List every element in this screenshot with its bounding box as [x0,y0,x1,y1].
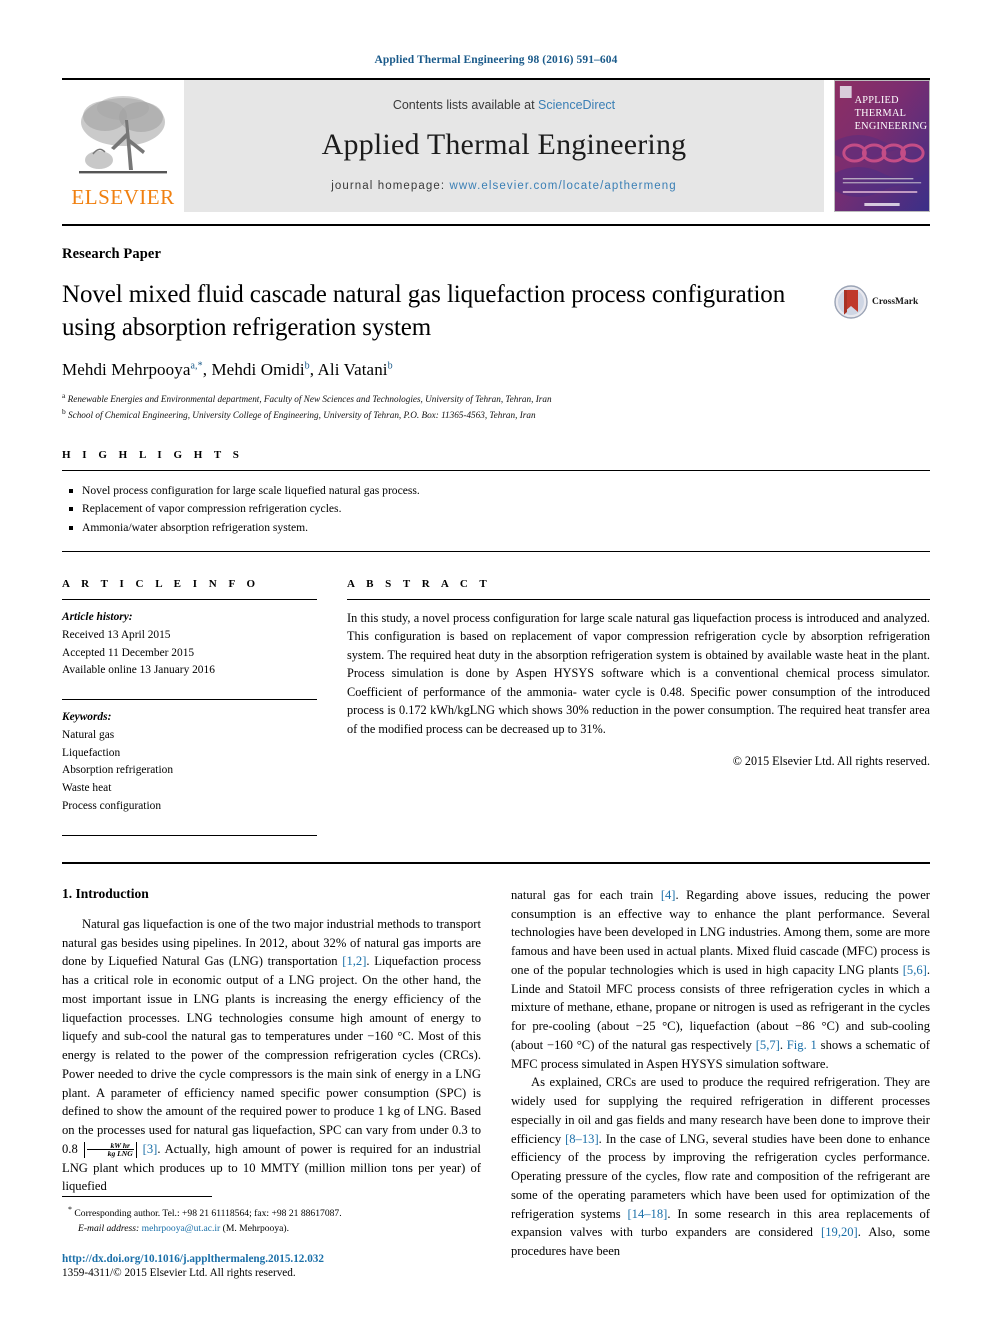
corresponding-author-note: * Corresponding author. Tel.: +98 21 611… [62,1204,462,1237]
section-heading-introduction: 1. Introduction [62,885,149,901]
corresponding-mark: * [68,1204,72,1214]
article-info-label: A R T I C L E I N F O [62,577,260,590]
body-separator-rule [62,861,930,864]
keyword: Absorption refrigeration [62,764,174,777]
affiliation-a: a Renewable Energies and Environmental d… [62,390,930,406]
footnote-area: * Corresponding author. Tel.: +98 21 611… [62,1195,462,1279]
email-link[interactable]: mehrpooya@ut.ac.ir [142,1223,221,1234]
paragraph-intro-2: As explained, CRCs are used to produce t… [511,1073,930,1261]
svg-text:APPLIED: APPLIED [855,95,899,106]
abstract-copyright: © 2015 Elsevier Ltd. All rights reserved… [732,754,930,769]
footnote-rule [62,1195,212,1197]
email-suffix: (M. Mehrpooya). [222,1223,289,1235]
author-name-0: Mehdi Mehrpooya [62,360,191,379]
citation-ref[interactable]: [3] [143,1142,158,1156]
right-text-d: . [779,1037,787,1052]
journal-homepage-line: journal homepage: www.elsevier.com/locat… [331,180,677,192]
crossmark-icon [834,285,868,319]
abstract-label: A B S T R A C T [347,577,492,590]
author-list: Mehdi Mehrpooyaa,*, Mehdi Omidib, Ali Va… [62,360,393,379]
affiliations: a Renewable Energies and Environmental d… [62,390,930,423]
body-column-right: natural gas for each train [4]. Regardin… [511,886,930,1261]
keyword: Waste heat [62,782,112,795]
article-info-rule-3 [62,834,317,836]
elsevier-logo: ELSEVIER [62,80,184,212]
email-label: E-mail address: [78,1223,140,1235]
info-abstract-row: A R T I C L E I N F O Article history: R… [62,578,930,836]
homepage-prefix: journal homepage: [331,180,450,192]
keyword: Process configuration [62,800,162,812]
svg-text:ENGINEERING: ENGINEERING [855,121,928,132]
affiliation-text-a: Renewable Energies and Environmental dep… [67,394,552,405]
author-name-2: Ali Vatani [317,360,388,379]
highlights-bottom-rule [62,550,930,552]
figure-ref[interactable]: Fig. 1 [787,1038,817,1052]
intro-text-b: . Liquefaction process has a critical ro… [62,954,481,1156]
author-marks-2: b [387,360,393,372]
masthead-bottom-rule [62,224,930,226]
doi-block: http://dx.doi.org/10.1016/j.applthermale… [62,1253,462,1279]
paragraph-intro-1-cont: natural gas for each train [4]. Regardin… [511,886,930,1074]
affiliation-b: b School of Chemical Engineering, Univer… [62,406,930,422]
affiliation-mark-a: a [62,391,66,400]
history-accepted: Accepted 11 December 2015 [62,646,195,659]
citation-ref[interactable]: [5,7] [756,1038,780,1052]
journal-cover-thumbnail: APPLIED THERMAL ENGINEERING [834,80,930,212]
paragraph-intro-1: Natural gas liquefaction is one of the t… [62,915,481,1196]
doi-link[interactable]: http://dx.doi.org/10.1016/j.applthermale… [62,1253,462,1265]
elsevier-wordmark: ELSEVIER [71,185,175,209]
article-history-label: Article history: [62,610,133,623]
article-info-column: A R T I C L E I N F O Article history: R… [62,578,317,836]
keyword: Natural gas [62,728,115,741]
keyword: Liquefaction [62,746,121,759]
list-item: Replacement of vapor compression refrige… [68,500,930,519]
affiliation-mark-b: b [62,407,66,417]
author-marks-1: b [304,360,310,372]
citation-ref[interactable]: [5,6] [903,963,927,977]
author-name-1: Mehdi Omidi [211,360,305,379]
journal-title: Applied Thermal Engineering [321,128,687,161]
history-received: Received 13 April 2015 [62,628,171,641]
journal-band: Contents lists available at ScienceDirec… [184,80,824,212]
journal-masthead: ELSEVIER Contents lists available at Sci… [62,80,930,212]
keywords-label: Keywords: [62,711,112,724]
issn-copyright: 1359-4311/© 2015 Elsevier Ltd. All right… [62,1267,296,1279]
right-text-a: natural gas for each train [511,887,661,902]
author-marks-0: a,* [190,360,203,372]
citation-ref[interactable]: [14–18] [627,1207,667,1221]
page-title: Novel mixed fluid cascade natural gas li… [62,281,786,341]
affiliation-text-b: School of Chemical Engineering, Universi… [68,410,536,421]
list-item: Novel process configuration for large sc… [68,482,930,501]
article-type: Research Paper [62,246,161,262]
svg-text:THERMAL: THERMAL [855,108,907,119]
history-online: Available online 13 January 2016 [62,664,215,677]
contents-available-line: Contents lists available at ScienceDirec… [393,98,615,112]
abstract-column: A B S T R A C T In this study, a novel p… [347,578,930,836]
paper-page: Applied Thermal Engineering 98 (2016) 59… [0,0,992,1323]
contents-prefix: Contents lists available at [392,98,539,112]
fraction-denominator: kg LNG [107,1149,133,1159]
crossmark-badge[interactable]: CrossMark [834,285,930,319]
citation-ref[interactable]: [4] [661,888,676,902]
spc-fraction: kW hr kg LNG [83,1141,137,1159]
article-history-block: Article history: Received 13 April 2015 … [62,600,317,690]
highlights-list: Novel process configuration for large sc… [62,471,930,551]
elsevier-tree-icon [79,96,167,174]
cover-art: APPLIED THERMAL ENGINEERING [835,81,929,211]
corresponding-text: Corresponding author. Tel.: +98 21 61118… [74,1207,342,1219]
highlights-box: Novel process configuration for large sc… [62,469,930,552]
abstract-text: In this study, a novel process configura… [347,610,930,736]
running-head: Applied Thermal Engineering 98 (2016) 59… [374,54,618,66]
sciencedirect-link[interactable]: ScienceDirect [538,98,615,112]
highlights-label: H I G H L I G H T S [62,448,244,461]
title-row: Novel mixed fluid cascade natural gas li… [62,279,930,344]
list-item: Ammonia/water absorption refrigeration s… [68,519,930,538]
keywords-block: Keywords: Natural gas Liquefaction Absor… [62,700,317,826]
citation-ref[interactable]: [1,2] [342,954,366,968]
homepage-url[interactable]: www.elsevier.com/locate/apthermeng [450,180,677,192]
citation-ref[interactable]: [19,20] [821,1225,858,1239]
crossmark-label: CrossMark [872,297,919,307]
citation-ref[interactable]: [8–13] [565,1132,599,1146]
